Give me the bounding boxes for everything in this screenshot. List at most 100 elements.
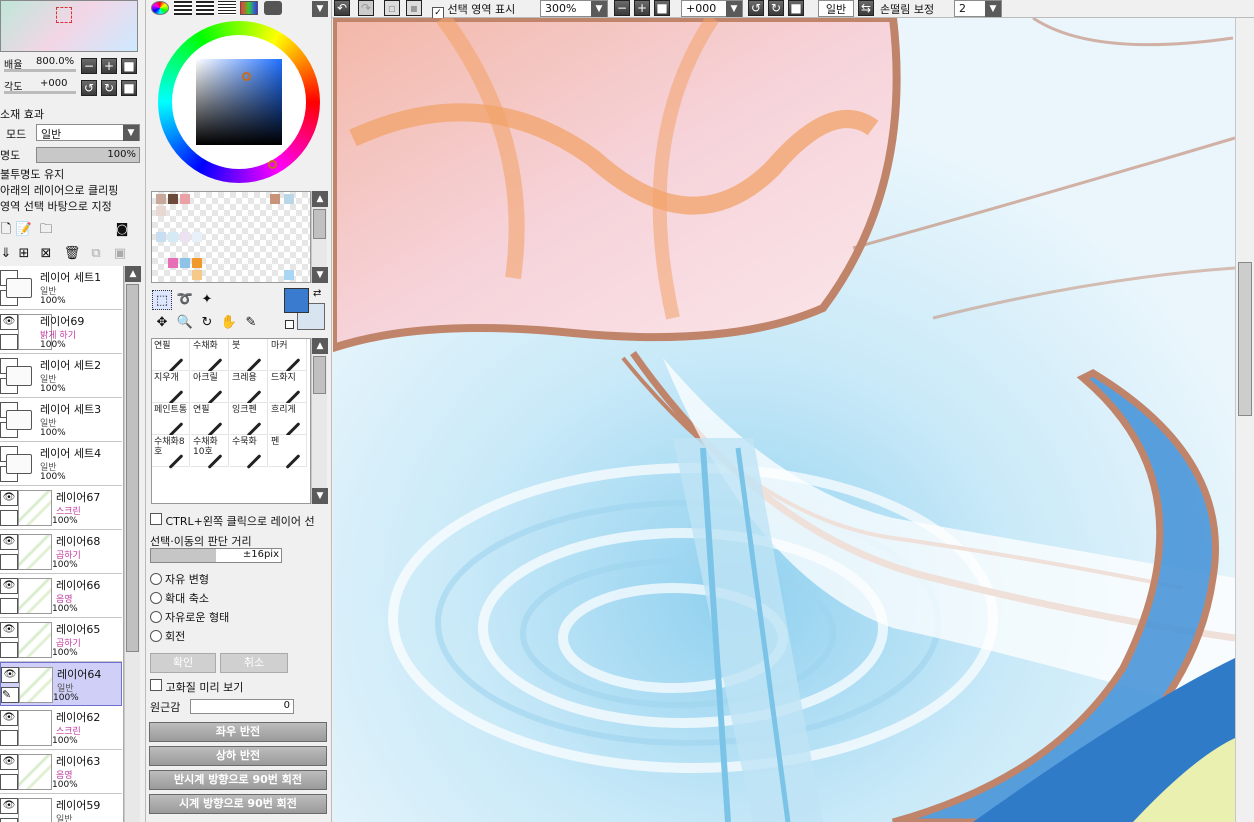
radio-button[interactable]	[150, 592, 162, 604]
layer-row[interactable]: 👁 레이어69 밝게 하기 100%	[0, 310, 122, 354]
eye-icon[interactable]: 👁	[0, 710, 18, 726]
navigator-thumbnail[interactable]	[0, 0, 138, 52]
toolbar-zoom-reset-button[interactable]: ■	[654, 0, 670, 16]
eye-icon[interactable]: 👁	[0, 578, 18, 594]
palette-swatch[interactable]	[180, 194, 190, 204]
brush-slot[interactable]: 펜	[269, 435, 307, 469]
clip-lower-option[interactable]: 아래의 레이어으로 클리핑	[0, 182, 118, 198]
layer-lock-toggle[interactable]: ✎	[1, 687, 19, 703]
brush-slot[interactable]: 흐리게	[269, 403, 307, 437]
zoom-reset-button[interactable]: ■	[121, 58, 137, 74]
reset-colors-icon[interactable]	[285, 320, 294, 329]
toolbar-zoom-in-button[interactable]: +	[634, 0, 650, 16]
rotate-icon[interactable]: ↻	[197, 313, 217, 333]
layer-mask-icon[interactable]: ◙	[112, 220, 132, 240]
flip-view-button[interactable]: ⇆	[858, 0, 874, 16]
navigator-view-rect[interactable]	[56, 7, 72, 23]
layer-row[interactable]: 레이어 세트2 일반 100%	[0, 354, 122, 398]
hue-picker-marker[interactable]	[268, 160, 277, 169]
canvas-scroll-thumb[interactable]	[1238, 262, 1252, 416]
transform-option[interactable]: 확대 축소	[150, 590, 209, 606]
brush-slot[interactable]: 아크릴	[191, 371, 229, 405]
ok-button[interactable]: 확인	[150, 653, 216, 673]
layer-list-scrollbar[interactable]: ▲	[124, 266, 141, 822]
zoom-value[interactable]: 800.0%	[36, 56, 74, 67]
angle-value[interactable]: +000	[40, 78, 67, 89]
brush-scrollbar[interactable]: ▲ ▼	[311, 338, 328, 504]
rotate-ccw-90-button[interactable]: 반시계 방향으로 90번 회전	[149, 770, 327, 790]
toolbar-zoom-out-button[interactable]: −	[614, 0, 630, 16]
layer-lock-toggle[interactable]	[0, 818, 18, 822]
primary-color-swatch-front[interactable]	[284, 288, 309, 313]
layer-row[interactable]: 레이어 세트4 일반 100%	[0, 442, 122, 486]
canvas-scrollbar[interactable]	[1235, 18, 1254, 822]
layer-row[interactable]: 👁 레이어67 스크린 100%	[0, 486, 122, 530]
brush-slot[interactable]: 잉크펜	[230, 403, 268, 437]
mixer-tab[interactable]	[218, 1, 236, 15]
angle-slider[interactable]	[4, 91, 76, 94]
layer-row[interactable]: 👁 레이어65 곱하기 100%	[0, 618, 122, 662]
copy-layer-icon[interactable]: ⧉	[86, 244, 106, 264]
palette-swatch[interactable]	[156, 206, 166, 216]
layer-lock-toggle[interactable]	[0, 774, 18, 790]
brush-slot[interactable]: 마커	[269, 339, 307, 373]
show-selection-option[interactable]: ✓ 선택 영역 표시	[432, 1, 515, 19]
radio-button[interactable]	[150, 630, 162, 642]
palette-swatch[interactable]	[156, 194, 166, 204]
radio-button[interactable]	[150, 573, 162, 585]
menu-collapse-icon[interactable]: ▼	[312, 1, 328, 17]
clear-layer-icon[interactable]: ⊠	[36, 244, 56, 264]
palette-swatch[interactable]	[270, 194, 280, 204]
layer-row[interactable]: 👁 레이어59 일반	[0, 794, 122, 822]
palette-swatch[interactable]	[284, 270, 294, 280]
transform-option[interactable]: 자유 변형	[150, 571, 209, 587]
rotate-reset-button[interactable]: ■	[121, 80, 137, 96]
redo-button[interactable]: ↷	[358, 0, 374, 16]
palette-scrollbar[interactable]: ▲ ▼	[311, 191, 328, 283]
brush-slot[interactable]: 수채화10호	[191, 435, 229, 469]
ctrl-click-checkbox[interactable]	[150, 513, 162, 525]
radio-button[interactable]	[150, 611, 162, 623]
canvas[interactable]	[333, 18, 1235, 822]
scroll-up-icon[interactable]: ▲	[125, 266, 141, 282]
layer-lock-toggle[interactable]	[0, 642, 18, 658]
rotate-cw-90-button[interactable]: 시계 방향으로 90번 회전	[149, 794, 327, 814]
eye-icon[interactable]: 👁	[0, 314, 18, 330]
layer-lock-toggle[interactable]	[0, 334, 18, 350]
eye-icon[interactable]: 👁	[0, 754, 18, 770]
palette-swatch[interactable]	[168, 232, 178, 242]
new-linework-icon[interactable]: 📝	[14, 220, 34, 240]
brush-scroll-thumb[interactable]	[313, 356, 326, 394]
brush-slot[interactable]: 페인트통	[152, 403, 190, 437]
zoom-icon[interactable]: 🔍	[175, 313, 195, 333]
brush-slot[interactable]: 지우개	[152, 371, 190, 405]
palette-swatch[interactable]	[180, 232, 190, 242]
layer-scroll-thumb[interactable]	[126, 284, 139, 652]
hq-preview-option[interactable]: 고화질 미리 보기	[150, 679, 243, 695]
eye-icon[interactable]: 👁	[1, 667, 19, 683]
transform-option[interactable]: 회전	[150, 628, 185, 644]
layer-row[interactable]: 👁 레이어62 스크린 100%	[0, 706, 122, 750]
zoom-in-button[interactable]: +	[101, 58, 117, 74]
scroll-down-icon[interactable]: ▼	[312, 267, 328, 283]
eye-icon[interactable]: 👁	[0, 798, 18, 814]
palette-swatch[interactable]	[192, 270, 202, 280]
rect-select-icon[interactable]: ⬚	[152, 290, 172, 310]
layer-lock-toggle[interactable]	[0, 598, 18, 614]
trash-icon[interactable]: 🗑	[62, 244, 82, 264]
toolbar-rotate-ccw-button[interactable]: ↺	[748, 0, 764, 16]
layer-row[interactable]: 👁 레이어68 곱하기 100%	[0, 530, 122, 574]
brush-slot[interactable]: 수채화	[191, 339, 229, 373]
stabilizer-select[interactable]: 2 ▼	[954, 0, 1002, 17]
palette-swatch[interactable]	[156, 232, 166, 242]
layer-row[interactable]: 레이어 세트1 일반 100%	[0, 266, 122, 310]
brush-slot[interactable]: 수묵화	[230, 435, 268, 469]
undo-button[interactable]: ↶	[334, 0, 350, 16]
layer-row[interactable]: 👁 레이어63 음영 100%	[0, 750, 122, 794]
swap-colors-icon[interactable]: ⇄	[313, 288, 321, 299]
flip-horizontal-button[interactable]: 좌우 반전	[149, 722, 327, 742]
distance-slider[interactable]: ±16pix	[150, 548, 282, 563]
cancel-button[interactable]: 취소	[220, 653, 288, 673]
hq-preview-checkbox[interactable]	[150, 679, 162, 691]
lasso-icon[interactable]: ➰	[175, 290, 195, 310]
